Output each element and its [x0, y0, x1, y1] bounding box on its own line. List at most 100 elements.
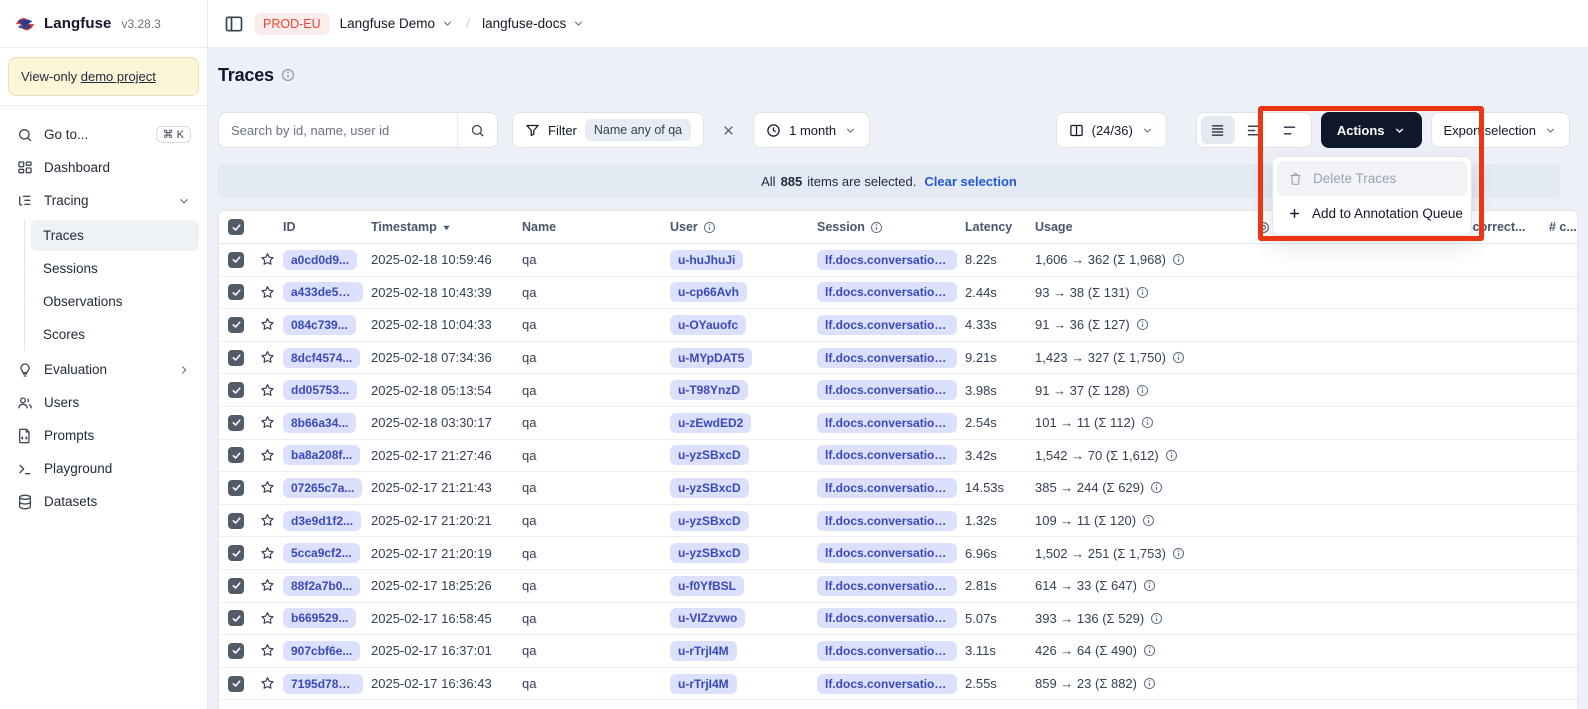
time-range-button[interactable]: 1 month [753, 112, 870, 148]
trace-id-badge[interactable]: b669529... [283, 608, 356, 628]
trace-id-badge[interactable]: 88f2a7b0... [283, 576, 360, 596]
info-icon[interactable] [1165, 449, 1178, 462]
menu-item-delete-traces[interactable]: Delete Traces [1277, 161, 1467, 196]
column-header-timestamp[interactable]: Timestamp [369, 220, 520, 234]
sidebar-item-traces[interactable]: Traces [31, 220, 199, 251]
bookmark-star-icon[interactable] [253, 675, 281, 692]
sidebar-item-sessions[interactable]: Sessions [31, 253, 199, 284]
sidebar-item-dashboard[interactable]: Dashboard [8, 151, 199, 184]
bookmark-star-icon[interactable] [253, 577, 281, 594]
export-selection-button[interactable]: Export selection [1431, 112, 1571, 148]
row-checkbox[interactable] [219, 578, 253, 594]
table-row[interactable]: dd05753...2025-02-18 05:13:54qau-T98YnzD… [219, 374, 1577, 407]
row-checkbox[interactable] [219, 676, 253, 692]
row-checkbox[interactable] [219, 350, 253, 366]
row-height-small-icon[interactable] [1201, 116, 1235, 144]
info-icon[interactable] [1172, 351, 1185, 364]
column-header-name[interactable]: Name [520, 220, 668, 234]
session-id-badge[interactable]: lf.docs.conversation... [817, 445, 957, 465]
trace-id-badge[interactable]: ba8a208f... [283, 445, 360, 465]
bookmark-star-icon[interactable] [253, 382, 281, 399]
row-checkbox[interactable] [219, 447, 253, 463]
row-checkbox[interactable] [219, 415, 253, 431]
info-icon[interactable] [281, 68, 295, 82]
table-row[interactable]: a433de51...2025-02-18 10:43:39qau-cp66Av… [219, 277, 1577, 310]
session-id-badge[interactable]: lf.docs.conversation... [817, 315, 957, 335]
user-id-badge[interactable]: u-rTrjI4M [670, 674, 737, 694]
select-all-checkbox[interactable] [219, 219, 253, 235]
session-id-badge[interactable]: lf.docs.conversation... [817, 674, 957, 694]
sidebar-item-scores[interactable]: Scores [31, 319, 199, 350]
row-checkbox[interactable] [219, 252, 253, 268]
user-id-badge[interactable]: u-zEwdED2 [670, 413, 751, 433]
table-row[interactable]: 8b66a34...2025-02-18 03:30:17qau-zEwdED2… [219, 407, 1577, 440]
row-checkbox[interactable] [219, 610, 253, 626]
bookmark-star-icon[interactable] [253, 512, 281, 529]
menu-item-add-to-annotation-queue[interactable]: Add to Annotation Queue [1277, 196, 1467, 231]
row-checkbox[interactable] [219, 643, 253, 659]
row-checkbox[interactable] [219, 545, 253, 561]
org-switcher[interactable]: Langfuse Demo [340, 16, 454, 31]
search-input[interactable] [219, 113, 457, 147]
table-row[interactable]: 7195d78e...2025-02-17 16:36:43qau-rTrjI4… [219, 668, 1577, 701]
column-header-usage[interactable]: Usage [1033, 220, 1255, 234]
info-icon[interactable] [1143, 644, 1156, 657]
table-row[interactable]: 084c739...2025-02-18 10:04:33qau-OYauofc… [219, 309, 1577, 342]
row-checkbox[interactable] [219, 513, 253, 529]
table-row[interactable]: a0cd0d9...2025-02-18 10:59:46qau-huJhuJi… [219, 244, 1577, 277]
sidebar-item-prompts[interactable]: Prompts [8, 419, 199, 452]
trace-id-badge[interactable]: 8b66a34... [283, 413, 356, 433]
session-id-badge[interactable]: lf.docs.conversation... [817, 250, 957, 270]
table-row[interactable]: 88f2a7b0...2025-02-17 18:25:26qau-f0YfBS… [219, 570, 1577, 603]
user-id-badge[interactable]: u-yzSBxcD [670, 445, 749, 465]
user-id-badge[interactable]: u-yzSBxcD [670, 478, 749, 498]
row-checkbox[interactable] [219, 284, 253, 300]
session-id-badge[interactable]: lf.docs.conversation... [817, 478, 957, 498]
table-row[interactable]: 8dcf4574...2025-02-18 07:34:36qau-MYpDAT… [219, 342, 1577, 375]
sidebar-item-goto[interactable]: Go to... ⌘ K [8, 118, 199, 151]
row-checkbox[interactable] [219, 382, 253, 398]
user-id-badge[interactable]: u-MYpDAT5 [670, 348, 752, 368]
column-header-user[interactable]: User [668, 220, 815, 234]
info-icon[interactable] [1142, 514, 1155, 527]
trace-id-badge[interactable]: 907cbf6e... [283, 641, 360, 661]
bookmark-star-icon[interactable] [253, 545, 281, 562]
session-id-badge[interactable]: lf.docs.conversation... [817, 348, 957, 368]
session-id-badge[interactable]: lf.docs.conversation... [817, 608, 957, 628]
user-id-badge[interactable]: u-rTrjI4M [670, 641, 737, 661]
column-visibility-button[interactable]: (24/36) [1056, 112, 1167, 148]
session-id-badge[interactable]: lf.docs.conversation... [817, 511, 957, 531]
info-icon[interactable] [1141, 416, 1154, 429]
row-checkbox[interactable] [219, 317, 253, 333]
info-icon[interactable] [1172, 253, 1185, 266]
user-id-badge[interactable]: u-huJhuJi [670, 250, 743, 270]
clear-filter-icon[interactable] [718, 120, 739, 141]
filter-button[interactable]: Filter Name any of qa [512, 112, 704, 148]
user-id-badge[interactable]: u-T98YnzD [670, 380, 748, 400]
session-id-badge[interactable]: lf.docs.conversation... [817, 641, 957, 661]
table-row[interactable]: d3e9d1f2...2025-02-17 21:20:21qau-yzSBxc… [219, 505, 1577, 538]
bookmark-star-icon[interactable] [253, 284, 281, 301]
session-id-badge[interactable]: lf.docs.conversation... [817, 576, 957, 596]
search-icon[interactable] [457, 113, 497, 147]
bookmark-star-icon[interactable] [253, 251, 281, 268]
trace-id-badge[interactable]: a0cd0d9... [283, 250, 357, 270]
sidebar-item-evaluation[interactable]: Evaluation [8, 353, 199, 386]
project-switcher[interactable]: langfuse-docs [482, 16, 585, 31]
clear-selection-link[interactable]: Clear selection [924, 174, 1017, 189]
user-id-badge[interactable]: u-yzSBxcD [670, 543, 749, 563]
table-row[interactable]: ba8a208f...2025-02-17 21:27:46qau-yzSBxc… [219, 440, 1577, 473]
user-id-badge[interactable]: u-f0YfBSL [670, 576, 744, 596]
sidebar-item-tracing[interactable]: Tracing [8, 184, 199, 217]
table-row[interactable]: 5cca9cf2...2025-02-17 21:20:19qau-yzSBxc… [219, 537, 1577, 570]
table-row[interactable]: b669529...2025-02-17 16:58:45qau-VIZzvwo… [219, 603, 1577, 636]
column-header-id[interactable]: ID [281, 220, 369, 234]
column-header-session[interactable]: Session [815, 220, 963, 234]
row-checkbox[interactable] [219, 480, 253, 496]
session-id-badge[interactable]: lf.docs.conversation... [817, 543, 957, 563]
user-id-badge[interactable]: u-OYauofc [670, 315, 746, 335]
info-icon[interactable] [1143, 579, 1156, 592]
trace-id-badge[interactable]: 084c739... [283, 315, 356, 335]
actions-button[interactable]: Actions [1321, 112, 1422, 148]
sidebar-item-playground[interactable]: Playground [8, 452, 199, 485]
